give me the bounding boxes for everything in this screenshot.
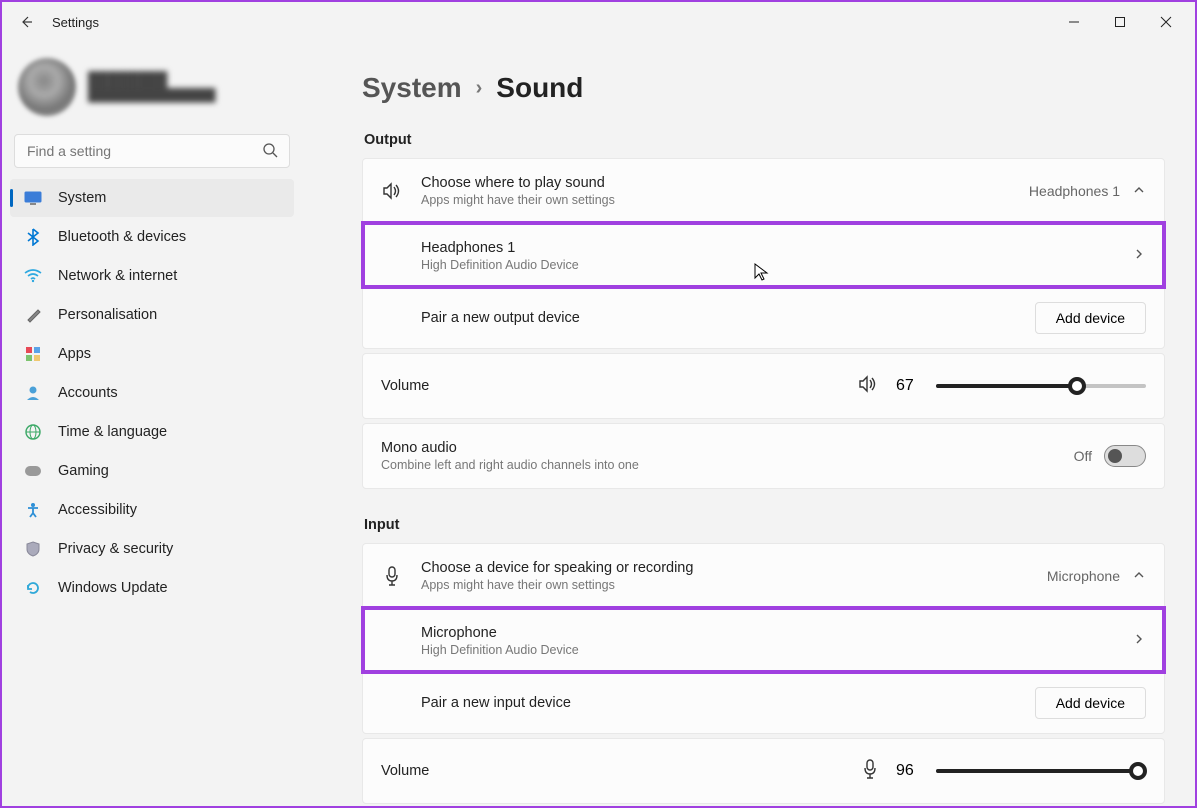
accessibility-icon	[24, 501, 42, 519]
window-title: Settings	[52, 15, 99, 30]
choose-output-sub: Apps might have their own settings	[421, 193, 1011, 207]
mono-title: Mono audio	[381, 440, 1056, 456]
system-icon	[24, 189, 42, 207]
nav-label: Accessibility	[58, 502, 137, 518]
gaming-icon	[24, 462, 42, 480]
input-volume-label: Volume	[381, 763, 844, 779]
input-device-title: Microphone	[421, 625, 1114, 641]
nav-label: Bluetooth & devices	[58, 229, 186, 245]
person-icon	[24, 384, 42, 402]
close-button[interactable]	[1143, 6, 1189, 38]
output-section-title: Output	[364, 132, 1165, 148]
input-volume-value: 96	[896, 762, 918, 780]
sidebar-item-privacy[interactable]: Privacy & security	[10, 530, 294, 568]
bluetooth-icon	[24, 228, 42, 246]
profile[interactable]: ████████ ███████████████	[8, 50, 296, 134]
pair-input-row: Pair a new input device Add device	[363, 672, 1164, 733]
nav-label: System	[58, 190, 106, 206]
input-volume-slider[interactable]	[936, 769, 1146, 773]
output-device-headphones[interactable]: Headphones 1 High Definition Audio Devic…	[363, 223, 1164, 287]
close-icon	[1160, 16, 1172, 28]
choose-input-title: Choose a device for speaking or recordin…	[421, 560, 1029, 576]
nav-label: Time & language	[58, 424, 167, 440]
output-volume-row: Volume 67	[363, 354, 1164, 418]
update-icon	[24, 579, 42, 597]
sidebar-item-apps[interactable]: Apps	[10, 335, 294, 373]
output-current-device: Headphones 1	[1029, 183, 1120, 199]
profile-name: ████████ ███████████████	[88, 70, 216, 104]
nav-label: Personalisation	[58, 307, 157, 323]
input-device-microphone[interactable]: Microphone High Definition Audio Device	[363, 608, 1164, 672]
sidebar-item-time[interactable]: Time & language	[10, 413, 294, 451]
chevron-right-icon: ›	[476, 77, 483, 100]
sidebar-item-accounts[interactable]: Accounts	[10, 374, 294, 412]
titlebar: Settings	[2, 2, 1195, 42]
choose-input-sub: Apps might have their own settings	[421, 578, 1029, 592]
pair-output-label: Pair a new output device	[421, 310, 1017, 326]
chevron-up-icon	[1132, 183, 1146, 200]
breadcrumb: System › Sound	[362, 72, 1165, 104]
wifi-icon	[24, 267, 42, 285]
input-volume-row: Volume 96	[363, 739, 1164, 803]
chevron-up-icon	[1132, 568, 1146, 585]
avatar	[18, 58, 76, 116]
nav-label: Gaming	[58, 463, 109, 479]
sidebar-item-system[interactable]: System	[10, 179, 294, 217]
maximize-icon	[1114, 16, 1126, 28]
microphone-icon	[381, 566, 403, 586]
nav-label: Apps	[58, 346, 91, 362]
nav-label: Accounts	[58, 385, 118, 401]
volume-label: Volume	[381, 378, 840, 394]
add-output-device-button[interactable]: Add device	[1035, 302, 1146, 334]
choose-input-row[interactable]: Choose a device for speaking or recordin…	[363, 544, 1164, 608]
sidebar: ████████ ███████████████ System Bluetoot…	[2, 42, 302, 806]
sidebar-item-accessibility[interactable]: Accessibility	[10, 491, 294, 529]
input-current-device: Microphone	[1047, 568, 1120, 584]
output-volume-slider[interactable]	[936, 384, 1146, 388]
sidebar-item-network[interactable]: Network & internet	[10, 257, 294, 295]
chevron-right-icon	[1132, 632, 1146, 649]
choose-output-row[interactable]: Choose where to play sound Apps might ha…	[363, 159, 1164, 223]
nav-label: Network & internet	[58, 268, 177, 284]
choose-output-title: Choose where to play sound	[421, 175, 1011, 191]
volume-speaker-icon[interactable]	[858, 375, 878, 398]
maximize-button[interactable]	[1097, 6, 1143, 38]
main-content: System › Sound Output Choose where to pl…	[302, 42, 1195, 806]
breadcrumb-parent[interactable]: System	[362, 72, 462, 104]
brush-icon	[24, 306, 42, 324]
sidebar-item-personalisation[interactable]: Personalisation	[10, 296, 294, 334]
output-device-sub: High Definition Audio Device	[421, 258, 1114, 272]
minimize-button[interactable]	[1051, 6, 1097, 38]
pair-output-row: Pair a new output device Add device	[363, 287, 1164, 348]
volume-value: 67	[896, 377, 918, 395]
mic-icon[interactable]	[862, 759, 878, 784]
nav-label: Windows Update	[58, 580, 168, 596]
globe-icon	[24, 423, 42, 441]
sidebar-item-bluetooth[interactable]: Bluetooth & devices	[10, 218, 294, 256]
output-device-title: Headphones 1	[421, 240, 1114, 256]
arrow-left-icon	[18, 14, 34, 30]
mono-sub: Combine left and right audio channels in…	[381, 458, 1056, 472]
search-input[interactable]	[14, 134, 290, 168]
chevron-right-icon	[1132, 247, 1146, 264]
input-device-sub: High Definition Audio Device	[421, 643, 1114, 657]
sidebar-item-update[interactable]: Windows Update	[10, 569, 294, 607]
apps-icon	[24, 345, 42, 363]
nav-list: System Bluetooth & devices Network & int…	[8, 179, 296, 607]
mono-audio-toggle[interactable]	[1104, 445, 1146, 467]
back-button[interactable]	[8, 4, 44, 40]
pair-input-label: Pair a new input device	[421, 695, 1017, 711]
sidebar-item-gaming[interactable]: Gaming	[10, 452, 294, 490]
page-title: Sound	[496, 72, 583, 104]
shield-icon	[24, 540, 42, 558]
minimize-icon	[1068, 16, 1080, 28]
nav-label: Privacy & security	[58, 541, 173, 557]
mono-state: Off	[1074, 448, 1092, 464]
speaker-icon	[381, 182, 403, 200]
search-icon	[262, 142, 278, 163]
input-section-title: Input	[364, 517, 1165, 533]
add-input-device-button[interactable]: Add device	[1035, 687, 1146, 719]
mono-audio-row[interactable]: Mono audio Combine left and right audio …	[363, 424, 1164, 488]
